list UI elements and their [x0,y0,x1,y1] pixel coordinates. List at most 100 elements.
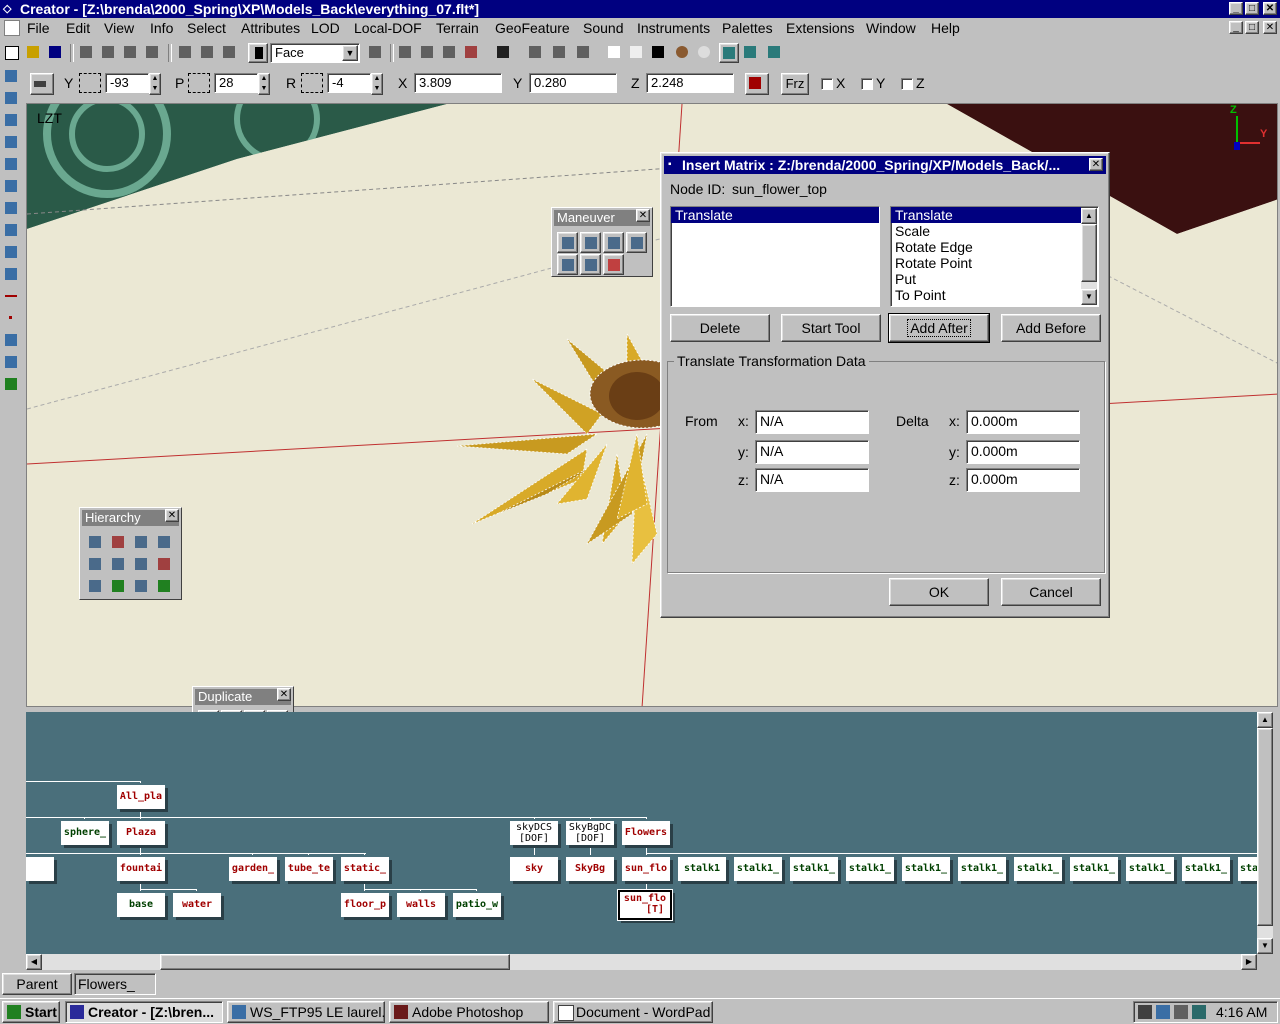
minimize-button[interactable]: _ [1229,2,1243,15]
taskbar-wordpad[interactable]: Document - WordPad [553,1001,713,1023]
graph-node-offscreen[interactable] [26,857,54,881]
zoom-icon[interactable] [220,43,240,63]
line-tool-icon[interactable] [1,286,23,307]
current-node-tab[interactable]: Flowers_ [74,973,156,995]
scroll-up-icon[interactable]: ▲ [1081,208,1097,224]
add-after-button[interactable]: Add After [888,313,990,343]
copy-icon[interactable] [99,43,119,63]
menu-sound[interactable]: Sound [583,20,623,36]
hier-tool-1-icon[interactable] [85,532,106,553]
move-icon[interactable] [198,43,218,63]
start-tool-button[interactable]: Start Tool [781,314,881,342]
select-box-icon[interactable] [366,43,386,63]
delta-z-field[interactable]: 0.000m [966,468,1080,492]
graph-node-fountai[interactable]: fountai [117,857,165,881]
duplicate-tool-icon[interactable] [1,176,23,197]
graph-node-stalk[interactable]: stalk1_ [790,857,838,881]
graph-node-sphere[interactable]: sphere_ [61,821,109,845]
dialog-title-bar[interactable]: Insert Matrix : Z:/brenda/2000_Spring/XP… [664,156,1106,174]
tfc-tool-icon[interactable] [603,254,624,275]
maximize-button[interactable]: □ [1245,2,1259,15]
type-scale[interactable]: Scale [891,223,1098,239]
graph-node-patio[interactable]: patio_w [453,893,501,917]
graph-node-base[interactable]: base [117,893,165,917]
scroll-right-icon[interactable]: ▶ [1241,954,1257,970]
doc-minimize-button[interactable]: _ [1229,21,1243,34]
y-rot-field[interactable]: -93 [105,73,149,93]
freeze-z-checkbox[interactable] [901,78,913,90]
graph-hscroll-thumb[interactable] [160,954,510,970]
graph-node-sun-flo-selected[interactable]: sun_flo [T] [617,889,673,921]
graph-node-skybgdc[interactable]: SkyBgDC [DOF] [566,821,614,845]
modify-icon[interactable] [1,132,23,153]
maneuver-close-icon[interactable]: ✕ [636,209,650,222]
maneuver-tool-icon[interactable] [1,220,23,241]
from-x-field[interactable]: N/A [755,410,869,434]
graph-node-plaza[interactable]: Plaza [117,821,165,845]
type-translate[interactable]: Translate [891,207,1081,223]
group-tool-icon[interactable] [1,374,23,395]
graph-node-skybg[interactable]: SkyBg [566,857,614,881]
graph-node-stalk[interactable]: stalk1_ [1126,857,1174,881]
lit-sphere-icon[interactable] [695,43,715,63]
graph-node-floor[interactable]: floor_p [341,893,389,917]
graph-node-stalk[interactable]: stalk1_ [1182,857,1230,881]
type-rotate-point[interactable]: Rotate Point [891,255,1098,271]
graph-node-stalk[interactable]: stalk1_ [1070,857,1118,881]
taskbar-ws-ftp[interactable]: WS_FTP95 LE laurel... [227,1001,385,1023]
view-side-icon[interactable] [526,43,546,63]
tray-network-icon[interactable] [1156,1005,1170,1019]
menu-extensions[interactable]: Extensions [786,20,854,36]
menu-lod[interactable]: LOD [311,20,340,36]
x-position-field[interactable]: 3.809 [414,73,502,93]
transform-list[interactable]: Translate [670,206,880,307]
graph-node-stalk[interactable]: stalk1_ [734,857,782,881]
scale-tool-icon[interactable] [557,232,578,253]
from-z-field[interactable]: N/A [755,468,869,492]
menu-select[interactable]: Select [187,20,226,36]
translate-tool-icon[interactable] [626,232,647,253]
graph-node-walls[interactable]: walls [397,893,445,917]
graph-node-sky[interactable]: sky [510,857,558,881]
paste-icon[interactable] [121,43,141,63]
black-swatch-icon[interactable] [649,43,669,63]
cancel-button[interactable]: Cancel [1001,578,1101,606]
menu-file[interactable]: File [27,20,50,36]
shaded-sphere-icon[interactable] [673,43,693,63]
duplicate-close-icon[interactable]: ✕ [277,688,291,701]
refresh-icon[interactable] [741,43,761,63]
open-icon[interactable] [24,43,44,63]
menu-edit[interactable]: Edit [66,20,90,36]
graph-node-stalk[interactable]: stalk1_ [902,857,950,881]
graph-node-stalk[interactable]: stalk1_ [1014,857,1062,881]
y-position-field[interactable]: 0.280 [529,73,617,93]
menu-view[interactable]: View [104,20,134,36]
delta-x-field[interactable]: 0.000m [966,410,1080,434]
save-icon[interactable] [46,43,66,63]
hier-tool-10-icon[interactable] [108,576,129,597]
edit-tool-icon[interactable] [1,198,23,219]
r-rot-field[interactable]: -4 [327,73,371,93]
grid-snap-icon[interactable] [745,73,769,95]
create-object-icon[interactable] [1,110,23,131]
fit-icon[interactable] [418,43,438,63]
from-y-field[interactable]: N/A [755,440,869,464]
p-rot-spinner[interactable]: ▲ ▼ [258,73,270,95]
hier-tool-8-icon[interactable] [154,554,175,575]
z-position-field[interactable]: 2.248 [646,73,734,93]
white-swatch-icon[interactable] [605,43,625,63]
map-tool-icon[interactable] [1,264,23,285]
menu-help[interactable]: Help [931,20,960,36]
tray-monitor-icon[interactable] [1192,1005,1206,1019]
pan-hand-icon[interactable] [176,43,196,63]
y-rot-spinner[interactable]: ▲ ▼ [149,73,161,95]
graph-node-stalk[interactable]: stalk1_ [846,857,894,881]
texture-tool-icon[interactable] [1,242,23,263]
view-xyz-icon[interactable] [550,43,570,63]
create-light-icon[interactable] [1,88,23,109]
graph-node-stalk-partial[interactable]: sta [1238,857,1257,881]
hierarchy-tool-icon[interactable] [1,352,23,373]
close-button[interactable]: ✕ [1263,2,1277,15]
point-tool-icon[interactable] [1,308,23,329]
cut-icon[interactable] [77,43,97,63]
